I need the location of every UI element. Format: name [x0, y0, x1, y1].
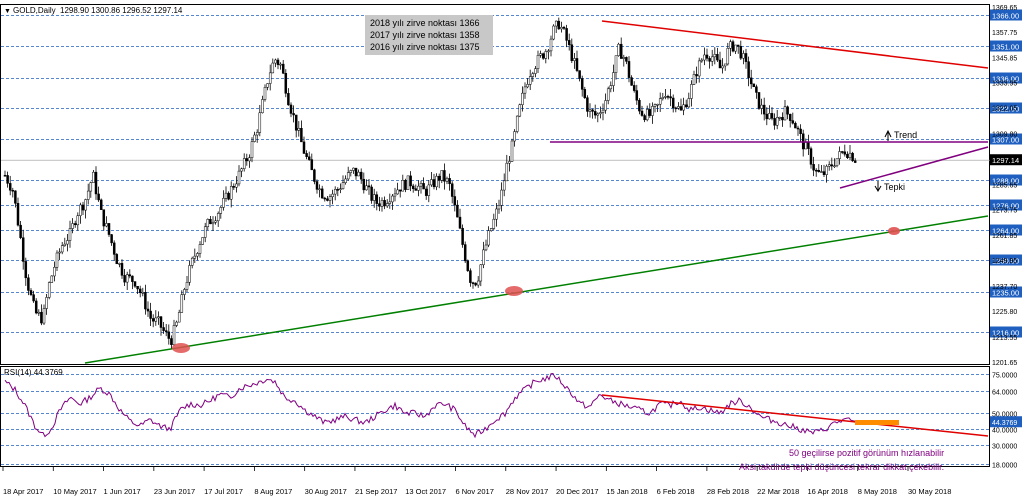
price-tick-label: 1237.70: [992, 284, 1017, 291]
price-tick-label: 1273.75: [992, 208, 1017, 215]
rsi-tick-label: 30.0000: [992, 444, 1017, 451]
support-touch-marker: [888, 227, 900, 235]
candle: [201, 237, 204, 246]
chart-dropdown-icon[interactable]: ▼: [4, 8, 11, 15]
date-label: 28 Feb 2018: [707, 487, 749, 496]
date-label: 8 Aug 2017: [254, 487, 292, 496]
candle: [47, 281, 51, 300]
trend-label: Trend: [894, 130, 917, 140]
date-label: 6 Feb 2018: [657, 487, 695, 496]
date-label: 21 Sep 2017: [355, 487, 398, 496]
date-label: 15 Jan 2018: [606, 487, 647, 496]
candle: [461, 224, 464, 248]
ohlc-values: 1298.90 1300.86 1296.52 1297.14: [60, 6, 183, 15]
low-marker-jul-2017: [172, 343, 190, 353]
current-price-badge: 1297.14: [990, 154, 1022, 166]
candle: [115, 252, 119, 265]
rsi-current-badge: 44.3769: [990, 416, 1022, 428]
date-label: 23 Jun 2017: [154, 487, 195, 496]
current-price-value: 1297.14: [992, 156, 1019, 165]
price-tick-label: 1225.80: [992, 309, 1017, 316]
date-label: 17 Jul 2017: [204, 487, 243, 496]
price-level-value: 1351.00: [992, 43, 1019, 52]
price-axis: 1366.001351.001336.001322.001307.001288.…: [990, 5, 1022, 367]
price-level-value: 1366.00: [992, 12, 1019, 21]
date-label: 1 Jun 2017: [104, 487, 141, 496]
info-line-3: 2016 yılı zirve noktası 1375: [370, 42, 480, 52]
date-label: 30 May 2018: [908, 487, 951, 496]
candle: [552, 24, 555, 41]
low-marker-dec-2017: [505, 286, 523, 296]
price-tick-label: 1249.95: [992, 258, 1017, 265]
date-label: 16 Apr 2018: [807, 487, 847, 496]
rsi-orange-highlight: [855, 420, 899, 425]
rsi-tick-label: 18.0000: [992, 463, 1017, 470]
candle: [851, 151, 854, 162]
date-label: 18 Apr 2017: [3, 487, 43, 496]
price-tick-label: 1201.65: [992, 360, 1017, 367]
price-tick-label: 1261.85: [992, 233, 1017, 240]
price-level-badge: 1351.00: [990, 40, 1022, 52]
candle: [50, 275, 54, 283]
candle: [463, 241, 467, 264]
price-tick-label: 1285.65: [992, 183, 1017, 190]
price-tick-label: 1322.05: [992, 106, 1017, 113]
candle: [510, 138, 514, 162]
candle: [757, 92, 761, 110]
date-label: 13 Oct 2017: [405, 487, 446, 496]
price-tick-label: 1357.75: [992, 30, 1017, 37]
rsi-current-value: 44.3769: [992, 420, 1017, 427]
gold-daily-chart: 1366.001351.001336.001322.001307.001288.…: [0, 4, 1022, 496]
date-label: 30 Aug 2017: [305, 487, 347, 496]
date-label: 20 Dec 2017: [556, 487, 599, 496]
price-tick-label: 1213.55: [992, 335, 1017, 342]
date-label: 10 May 2017: [53, 487, 96, 496]
price-tick-label: 1345.85: [992, 55, 1017, 62]
candle: [99, 198, 103, 210]
candle: [617, 42, 620, 57]
date-label: 28 Nov 2017: [506, 487, 549, 496]
rsi-note-2: Aksi takdirde tepki düşüncesi tekrar dik…: [739, 462, 944, 472]
rsi-label: RSI(14) 44.3769: [4, 368, 63, 377]
rsi-tick-label: 40.0000: [992, 428, 1017, 435]
rsi-tick-label: 75.0000: [992, 373, 1017, 380]
candle: [466, 259, 470, 272]
price-tick-label: 1309.80: [992, 131, 1017, 138]
rsi-note-1: 50 geçilirse pozitif görünüm hızlanabili…: [789, 448, 944, 458]
price-tick-label: 1369.65: [992, 5, 1017, 12]
info-line-2: 2017 yılı zirve noktası 1358: [370, 30, 480, 40]
candle: [515, 115, 519, 134]
date-label: 8 May 2018: [858, 487, 897, 496]
price-tick-label: 1333.95: [992, 80, 1017, 87]
symbol-label: GOLD,Daily: [13, 6, 56, 15]
date-label: 22 Mar 2018: [757, 487, 799, 496]
candle: [752, 83, 756, 88]
candle: [284, 69, 288, 98]
candle: [518, 103, 522, 118]
date-label: 6 Nov 2017: [456, 487, 494, 496]
info-line-1: 2018 yılı zirve noktası 1366: [370, 18, 480, 28]
rsi-tick-label: 64.0000: [992, 390, 1017, 397]
candle: [835, 158, 839, 168]
candle: [731, 39, 735, 53]
candle: [406, 175, 410, 190]
tepki-label: Tepki: [884, 182, 905, 192]
